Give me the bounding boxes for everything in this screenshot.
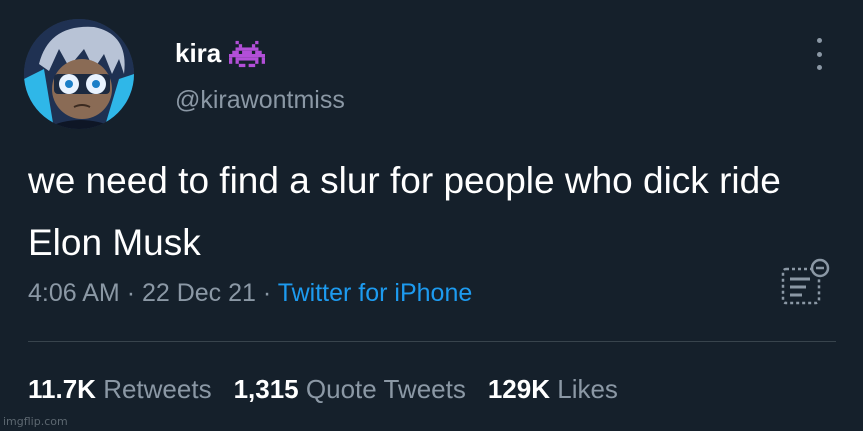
tweet-text: we need to find a slur for people who di…: [28, 160, 781, 263]
quote-tweets-count: 1,315: [233, 374, 299, 404]
user-handle[interactable]: @kirawontmiss: [175, 86, 345, 115]
watermark: imgflip.com: [3, 415, 68, 428]
avatar[interactable]: [24, 19, 134, 129]
tweet-metadata: 4:06 AM · 22 Dec 21 · Twitter for iPhone: [28, 279, 472, 308]
retweets-count: 11.7K: [28, 374, 96, 404]
space-invader-icon: [229, 40, 266, 67]
meta-separator: ·: [126, 279, 136, 307]
tweet-source-link[interactable]: Twitter for iPhone: [278, 279, 473, 307]
tweet-card: kira @kirawontmiss we need to find a slu…: [0, 0, 863, 431]
quote-tweets-label: Quote Tweets: [305, 374, 466, 404]
retweets-stat[interactable]: 11.7K Retweets: [28, 374, 212, 405]
likes-stat[interactable]: 129K Likes: [488, 374, 618, 405]
engagement-stats: 11.7K Retweets 1,315 Quote Tweets 129K L…: [28, 374, 618, 405]
more-options-icon[interactable]: [812, 38, 826, 70]
divider: [28, 341, 836, 342]
likes-count: 129K: [487, 374, 550, 404]
quote-tweets-stat[interactable]: 1,315 Quote Tweets: [234, 374, 466, 405]
avatar-image: [24, 19, 134, 129]
meta-separator: ·: [262, 279, 272, 307]
tweet-time[interactable]: 4:06 AM: [28, 279, 120, 307]
likes-label: Likes: [557, 374, 618, 404]
analytics-icon[interactable]: [780, 257, 830, 307]
display-name[interactable]: kira: [175, 38, 266, 69]
retweets-label: Retweets: [103, 374, 212, 404]
display-name-text: kira: [175, 38, 222, 68]
tweet-date[interactable]: 22 Dec 21: [142, 279, 256, 307]
